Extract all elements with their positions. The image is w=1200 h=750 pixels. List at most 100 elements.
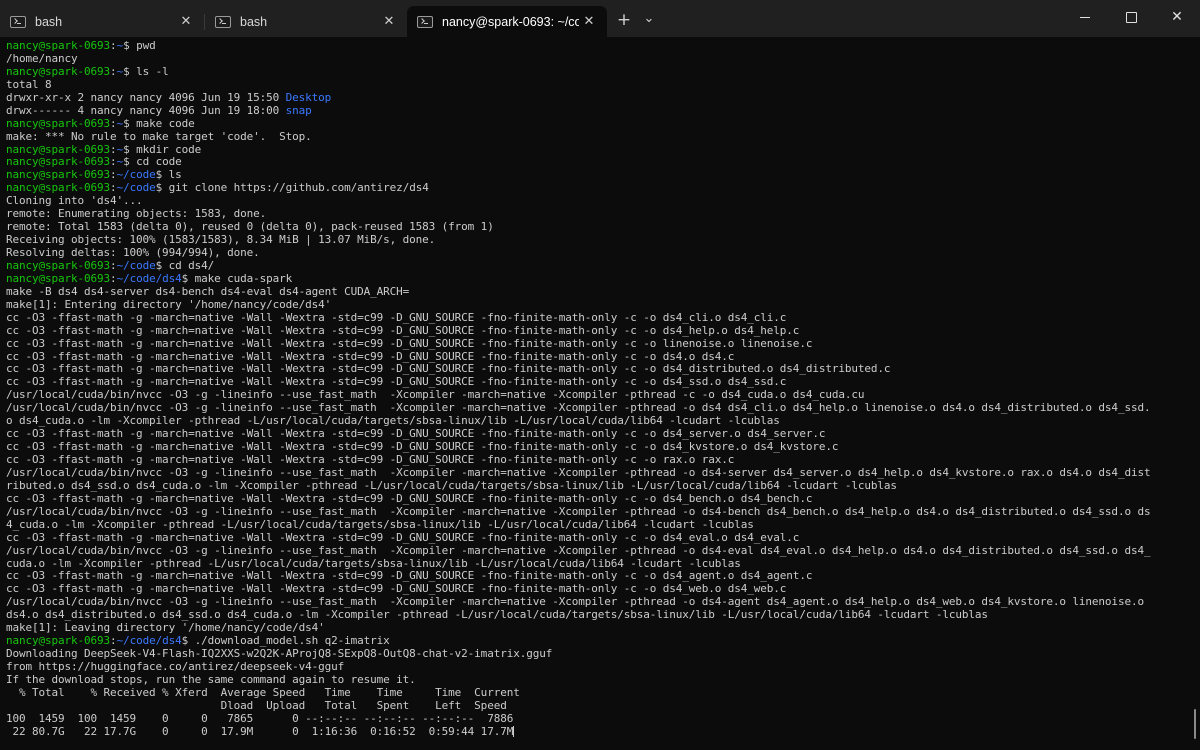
maximize-icon <box>1125 11 1137 23</box>
output-text: cc -O3 -ffast-math -g -march=native -Wal… <box>6 440 839 454</box>
output-text: cc -O3 -ffast-math -g -march=native -Wal… <box>6 491 813 505</box>
prompt-line: nancy@spark-0693:~$ ls -l <box>6 64 1150 79</box>
terminal-icon <box>215 15 231 28</box>
minimize-icon <box>1080 16 1090 18</box>
output-text: /usr/local/cuda/bin/nvcc -O3 -g -lineinf… <box>6 465 1151 479</box>
terminal-icon <box>417 15 433 28</box>
command-text: cd code <box>129 155 182 169</box>
maximize-button[interactable] <box>1108 0 1154 34</box>
tab-bar: bash ✕ bash ✕ nancy@spark-0693: ~/code/d… <box>0 0 1200 37</box>
output-text: % Total % Received % Xferd Average Speed… <box>6 685 520 699</box>
prompt-user: nancy@spark-0693 <box>6 168 111 182</box>
close-icon[interactable]: ✕ <box>379 12 399 32</box>
output-text: 100 1459 100 1459 0 0 7865 0 --:--:-- --… <box>6 711 514 725</box>
prompt-user: nancy@spark-0693 <box>6 181 111 195</box>
prompt-user: nancy@spark-0693 <box>6 39 111 52</box>
output-text: cc -O3 -ffast-math -g -march=native -Wal… <box>6 362 891 376</box>
tab-nancy-code[interactable]: nancy@spark-0693: ~/code/d ✕ <box>407 6 607 37</box>
output-text: /usr/local/cuda/bin/nvcc -O3 -g -lineinf… <box>6 543 1151 557</box>
scrollbar-thumb[interactable] <box>1194 709 1196 739</box>
command-text: ls <box>162 168 182 182</box>
output-text: /home/nancy <box>6 51 78 65</box>
terminal-icon <box>10 15 26 28</box>
output-text: o ds4_cuda.o -lm -Xcompiler -pthread -L/… <box>6 414 780 428</box>
plus-icon[interactable]: + <box>611 8 637 32</box>
terminal-pane[interactable]: nancy@spark-0693:~$ pwd/home/nancy nancy@… <box>0 37 1200 750</box>
prompt-user: nancy@spark-0693 <box>6 64 111 78</box>
output-text: Dload Upload Total Spent Left Speed <box>6 698 507 712</box>
ls-details: drwx------ 4 nancy nancy 4096 Jun 19 18:… <box>6 103 286 117</box>
directory-name: snap <box>285 103 312 117</box>
minimize-button[interactable] <box>1062 0 1108 34</box>
output-text: cc -O3 -ffast-math -g -march=native -Wal… <box>6 349 735 363</box>
tab-title: bash <box>35 14 63 29</box>
prompt-user: nancy@spark-0693 <box>6 116 111 130</box>
prompt-path: ~/code <box>116 181 156 195</box>
output-text: Cloning into 'ds4'... <box>6 194 143 208</box>
output-text: ds4.o ds4_distributed.o ds4_ssd.o ds4_cu… <box>6 608 988 622</box>
prompt-path: ~/code <box>116 168 156 182</box>
directory-name: Desktop <box>285 90 332 104</box>
close-icon[interactable]: ✕ <box>579 12 599 32</box>
tab-bash-2[interactable]: bash ✕ <box>205 6 407 37</box>
prompt-path: ~/code <box>116 258 156 272</box>
output-text: cc -O3 -ffast-math -g -march=native -Wal… <box>6 310 787 324</box>
output-text: ributed.o ds4_ssd.o ds4_cuda.o -lm -Xcom… <box>6 478 897 492</box>
output-text: cc -O3 -ffast-math -g -march=native -Wal… <box>6 427 826 441</box>
output-text: /usr/local/cuda/bin/nvcc -O3 -g -lineinf… <box>6 595 1144 609</box>
output-text: make -B ds4 ds4-server ds4-bench ds4-eva… <box>6 284 410 298</box>
tab-title: nancy@spark-0693: ~/code/d <box>442 14 579 29</box>
close-icon: ✕ <box>1171 9 1183 25</box>
prompt-path: ~/code/ds4 <box>116 271 182 285</box>
text-cursor <box>513 725 515 737</box>
terminal-window: bash ✕ bash ✕ nancy@spark-0693: ~/code/d… <box>0 0 1200 750</box>
terminal-output: nancy@spark-0693:~$ pwd/home/nancy nancy@… <box>6 39 1151 739</box>
output-text: make: *** No rule to make target 'code'.… <box>6 129 312 143</box>
output-text: remote: Enumerating objects: 1583, done. <box>6 207 267 221</box>
command-text: pwd <box>129 39 156 52</box>
output-text: make[1]: Leaving directory '/home/nancy/… <box>6 621 325 635</box>
output-line: /home/nancy <box>6 51 1150 66</box>
output-text: If the download stops, run the same comm… <box>6 672 416 686</box>
prompt-user: nancy@spark-0693 <box>6 258 111 272</box>
output-text: cc -O3 -ffast-math -g -march=native -Wal… <box>6 569 813 583</box>
output-text: from https://huggingface.co/antirez/deep… <box>6 660 345 673</box>
output-text: total 8 <box>6 77 52 91</box>
output-text: /usr/local/cuda/bin/nvcc -O3 -g -lineinf… <box>6 504 1151 518</box>
command-text: ./download_model.sh q2-imatrix <box>188 634 390 648</box>
command-text: git clone https://github.com/antirez/ds4 <box>162 181 429 195</box>
prompt-user: nancy@spark-0693 <box>6 142 111 156</box>
output-line: 22 80.7G 22 17.7G 0 0 17.9M 0 1:16:36 0:… <box>6 724 1150 739</box>
output-text: Resolving deltas: 100% (994/994), done. <box>6 246 260 259</box>
chevron-down-icon[interactable]: ⌄ <box>636 6 662 30</box>
prompt-path: ~/code/ds4 <box>116 634 182 648</box>
output-text: cc -O3 -ffast-math -g -march=native -Wal… <box>6 375 787 389</box>
command-text: cd ds4/ <box>162 258 215 272</box>
output-text: cc -O3 -ffast-math -g -march=native -Wal… <box>6 530 800 544</box>
output-text: make[1]: Entering directory '/home/nancy… <box>6 297 332 311</box>
command-text: mkdir code <box>129 142 202 156</box>
tab-bash-1[interactable]: bash ✕ <box>0 6 204 37</box>
output-text: Receiving objects: 100% (1583/1583), 8.3… <box>6 233 436 247</box>
prompt-user: nancy@spark-0693 <box>6 634 111 648</box>
output-text: cc -O3 -ffast-math -g -march=native -Wal… <box>6 336 813 350</box>
prompt-line: nancy@spark-0693:~$ pwd <box>6 39 1150 53</box>
output-text: Downloading DeepSeek-V4-Flash-IQ2XXS-w2Q… <box>6 647 553 661</box>
output-text: 4_cuda.o -lm -Xcompiler -pthread -L/usr/… <box>6 517 754 531</box>
output-text: /usr/local/cuda/bin/nvcc -O3 -g -lineinf… <box>6 388 865 402</box>
output-text: remote: Total 1583 (delta 0), reused 0 (… <box>6 220 494 234</box>
output-text: 22 80.7G 22 17.7G 0 0 17.9M 0 1:16:36 0:… <box>6 724 514 738</box>
output-text: /usr/local/cuda/bin/nvcc -O3 -g -lineinf… <box>6 401 1151 415</box>
close-icon[interactable]: ✕ <box>176 12 196 32</box>
output-text: cc -O3 -ffast-math -g -march=native -Wal… <box>6 582 787 596</box>
output-text: cc -O3 -ffast-math -g -march=native -Wal… <box>6 453 735 466</box>
prompt-line: nancy@spark-0693:~/code$ git clone https… <box>6 181 1150 195</box>
prompt-user: nancy@spark-0693 <box>6 271 111 285</box>
tab-title: bash <box>240 14 268 29</box>
output-text: cuda.o -lm -Xcompiler -pthread -L/usr/lo… <box>6 556 741 570</box>
command-text: make code <box>129 116 195 130</box>
output-text: cc -O3 -ffast-math -g -march=native -Wal… <box>6 323 800 337</box>
close-window-button[interactable]: ✕ <box>1154 0 1200 34</box>
command-text: make cuda-spark <box>188 271 293 285</box>
ls-details: drwxr-xr-x 2 nancy nancy 4096 Jun 19 15:… <box>6 90 286 104</box>
